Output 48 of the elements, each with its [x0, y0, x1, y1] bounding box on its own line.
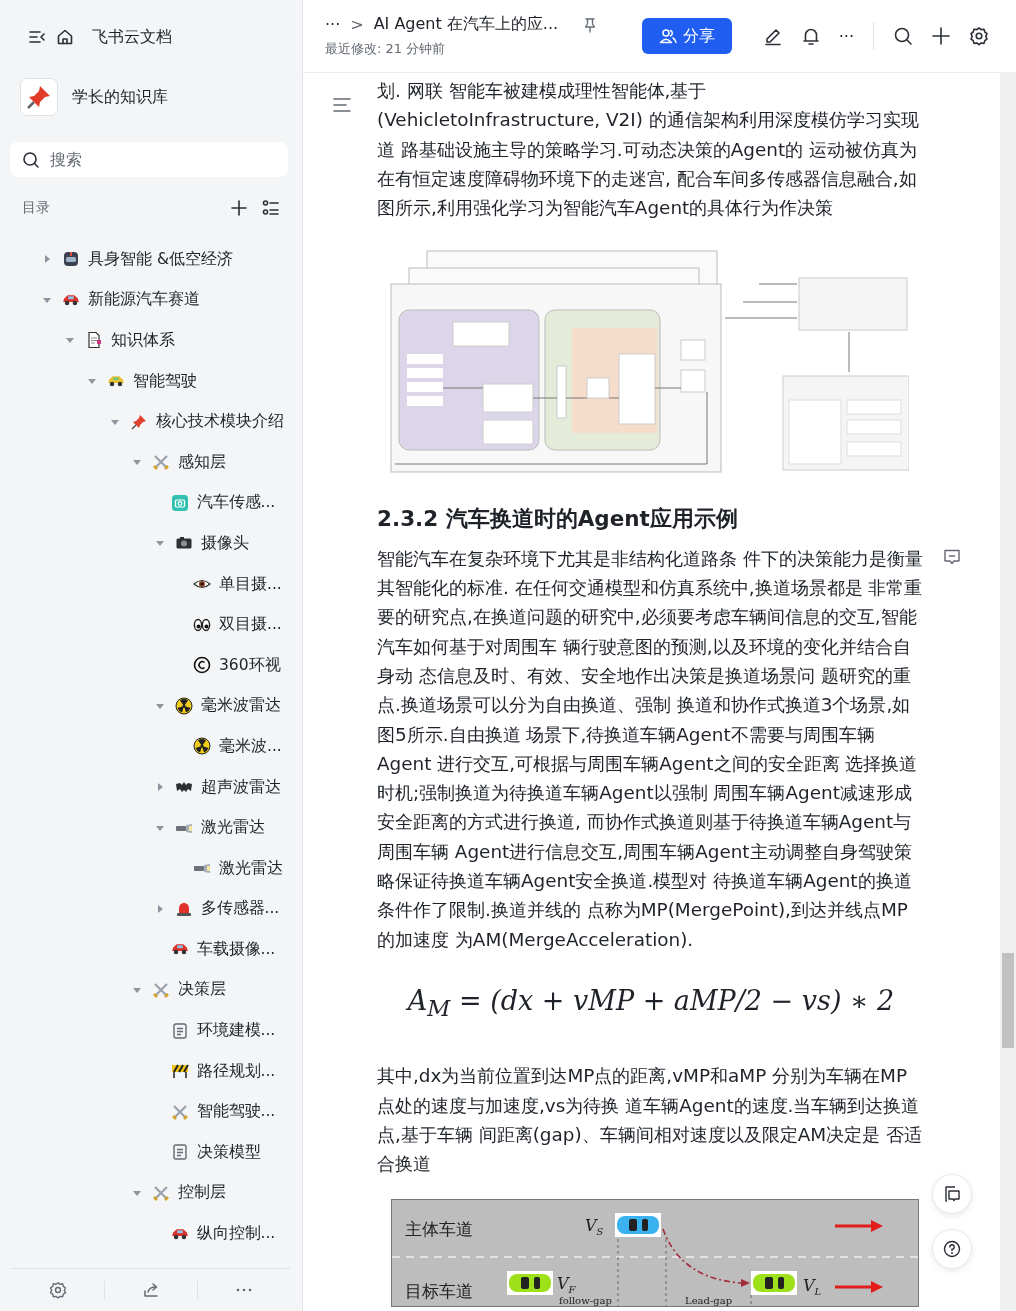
paragraph: 智能汽车在复杂环境下尤其是非结构化道路条 件下的决策能力是衡量其智能化的标准. 在任何交通模型和仿真系统中,换道场景都是 非常重要的研究点,在换道问题的研究中,必须要考虑车辆间信息的交互,智能汽车如何基于对周围车 辆行驶意图的预测,以及环境的变化并结合自身动 态信息及时、有效、安全地作出决策是换道场景问 题研究的重点.换道场景可以分为自由换道、强制 换道和协作式换道3个场景,如图5所示.自由换道 场景下,待换道车辆Agent不需要与周围车辆Agent 进行交互,可根据与周围车辆Agent之间的安全距离 选择换道时机;强制换道为待换道车辆Agent以强制 周围车辆Agent减速形成安全距离的方式进行换道, 而协作式换道则基于待换道车辆Agent与周围车辆 Agent进行信息交互,周围车辆Agent主动调整自身驾驶策略保证待换道车辆Agent安全换道.模型对 待换道车辆Agent的换道条件作了限制.换道并线的 点称为MP(MergePoint),到达并线点MP的加速度 为AM(MergeAcceleration).	[377, 546, 924, 952]
lane-label: 目标车道	[405, 1280, 473, 1301]
space-name[interactable]: 学长的知识库	[72, 86, 168, 108]
tree-item[interactable]: 超声波雷达	[0, 766, 302, 808]
last-modified: 最近修改: 21 分钟前	[325, 40, 447, 58]
tree-item[interactable]: 毫米波...	[0, 726, 302, 767]
toc-label: 目录	[22, 199, 51, 217]
app-name[interactable]: 飞书云文档	[92, 26, 172, 48]
speed-label: V$_{L}$	[803, 1275, 822, 1297]
formula: A$_{M}$ = (dx + vMP + aMP/2 − vs) ∗ 2	[404, 983, 896, 1024]
paragraph: 其中,dx为当前位置到达MP点的距离,vMP和aMP 分别为车辆在MP点处的速度与加速度,vs为待换 道车辆Agent的速度.当车辆到达换道点,基于车辆 间距离(gap)、车辆间相对速度以及限定AM决定是 否适合换道	[377, 1064, 923, 1177]
tree-item[interactable]: 决策层	[0, 969, 302, 1011]
tree-item[interactable]: 感知层	[0, 441, 302, 483]
tree-item[interactable]: 知识体系	[0, 320, 302, 361]
tree-item[interactable]: 多传感器...	[0, 888, 302, 930]
tree-item[interactable]: 新能源汽车赛道	[0, 279, 302, 321]
tree-item[interactable]: 激光雷达	[0, 807, 302, 848]
gap-label: follow-gap	[559, 1294, 612, 1306]
tree-item[interactable]: 汽车传感...	[0, 482, 302, 524]
tree-item[interactable]: 毫米波雷达	[0, 685, 302, 727]
breadcrumb-separator: >	[350, 15, 364, 34]
tree-item[interactable]: 激光雷达	[0, 847, 302, 889]
tree-item[interactable]: 具身智能 &低空经济	[0, 239, 302, 280]
search-field[interactable]: 搜索	[10, 142, 288, 177]
tree-item[interactable]: 路径规划...	[0, 1050, 302, 1092]
tree-item[interactable]: 控制层	[0, 1172, 302, 1214]
speed-label: V$_{S}$	[585, 1215, 604, 1237]
paragraph: 划. 网联 智能车被建模成理性智能体,基于(VehicletoInfrastructure, V2I) 的通信架构利用深度模仿学习实现道 路基础设施主导的策略学习.可动态决策的Agent的 运动被仿真为在有恒定速度障碍物环境下的走迷宫, 配合车间多传感器信息融合,如图所示,利用强化学习为智能汽车Agent的具体行为作决策	[377, 79, 920, 221]
tree-item[interactable]: 智能驾驶	[0, 360, 302, 402]
tree-item[interactable]: 双目摄...	[0, 604, 302, 645]
breadcrumb-more[interactable]: ···	[325, 15, 341, 34]
more-button[interactable]: ···	[838, 26, 854, 46]
tree-item[interactable]: 单目摄...	[0, 563, 302, 605]
gap-label: Lead-gap	[685, 1294, 733, 1306]
lane-label: 主体车道	[405, 1218, 473, 1239]
share-button[interactable]: 分享	[641, 18, 732, 54]
tree-item[interactable]: 环境建模...	[0, 1010, 302, 1051]
document-title: AI Agent 在汽车上的应...	[373, 14, 559, 35]
tree-item[interactable]: 摄像头	[0, 523, 302, 564]
tree-item[interactable]: 核心技术模块介绍	[0, 401, 302, 442]
speed-label: V$_{F}$	[557, 1273, 576, 1295]
tree-item[interactable]: 决策模型	[0, 1132, 302, 1173]
section-heading: 2.3.2 汽车换道时的Agent应用示例	[377, 504, 739, 533]
search-input[interactable]: 搜索	[48, 149, 252, 170]
tree-item[interactable]: 纵向控制...	[0, 1213, 302, 1254]
tree-item[interactable]: 360环视	[0, 644, 302, 686]
tree-item[interactable]: 智能驾驶...	[0, 1091, 302, 1133]
tree-item[interactable]: 车载摄像...	[0, 929, 302, 970]
